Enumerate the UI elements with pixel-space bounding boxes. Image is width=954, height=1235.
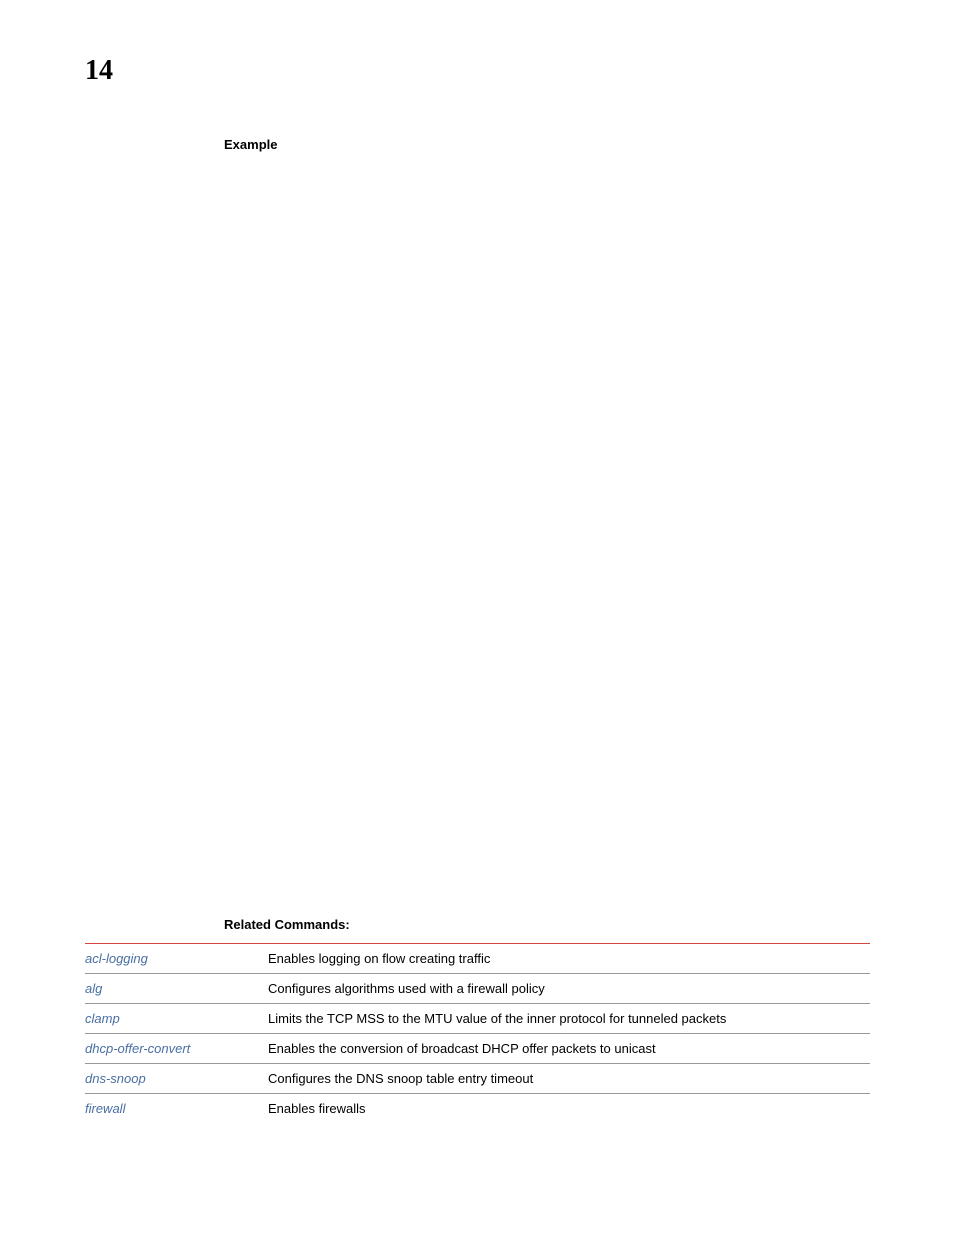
- command-link-dhcp-offer-convert[interactable]: dhcp-offer-convert: [85, 1034, 268, 1064]
- table-row: acl-logging Enables logging on flow crea…: [85, 944, 870, 974]
- command-desc: Configures algorithms used with a firewa…: [268, 974, 870, 1004]
- command-desc: Configures the DNS snoop table entry tim…: [268, 1064, 870, 1094]
- page-number: 14: [85, 55, 113, 87]
- related-commands-table: acl-logging Enables logging on flow crea…: [85, 943, 870, 1123]
- command-link-clamp[interactable]: clamp: [85, 1004, 268, 1034]
- command-desc: Enables firewalls: [268, 1094, 870, 1124]
- related-commands-heading: Related Commands:: [224, 917, 350, 932]
- table-row: dhcp-offer-convert Enables the conversio…: [85, 1034, 870, 1064]
- command-link-acl-logging[interactable]: acl-logging: [85, 944, 268, 974]
- table-row: dns-snoop Configures the DNS snoop table…: [85, 1064, 870, 1094]
- command-link-firewall[interactable]: firewall: [85, 1094, 268, 1124]
- command-desc: Enables the conversion of broadcast DHCP…: [268, 1034, 870, 1064]
- table-row: clamp Limits the TCP MSS to the MTU valu…: [85, 1004, 870, 1034]
- table-row: alg Configures algorithms used with a fi…: [85, 974, 870, 1004]
- table-row: firewall Enables firewalls: [85, 1094, 870, 1124]
- command-desc: Enables logging on flow creating traffic: [268, 944, 870, 974]
- command-link-dns-snoop[interactable]: dns-snoop: [85, 1064, 268, 1094]
- command-desc: Limits the TCP MSS to the MTU value of t…: [268, 1004, 870, 1034]
- example-heading: Example: [224, 137, 277, 152]
- command-link-alg[interactable]: alg: [85, 974, 268, 1004]
